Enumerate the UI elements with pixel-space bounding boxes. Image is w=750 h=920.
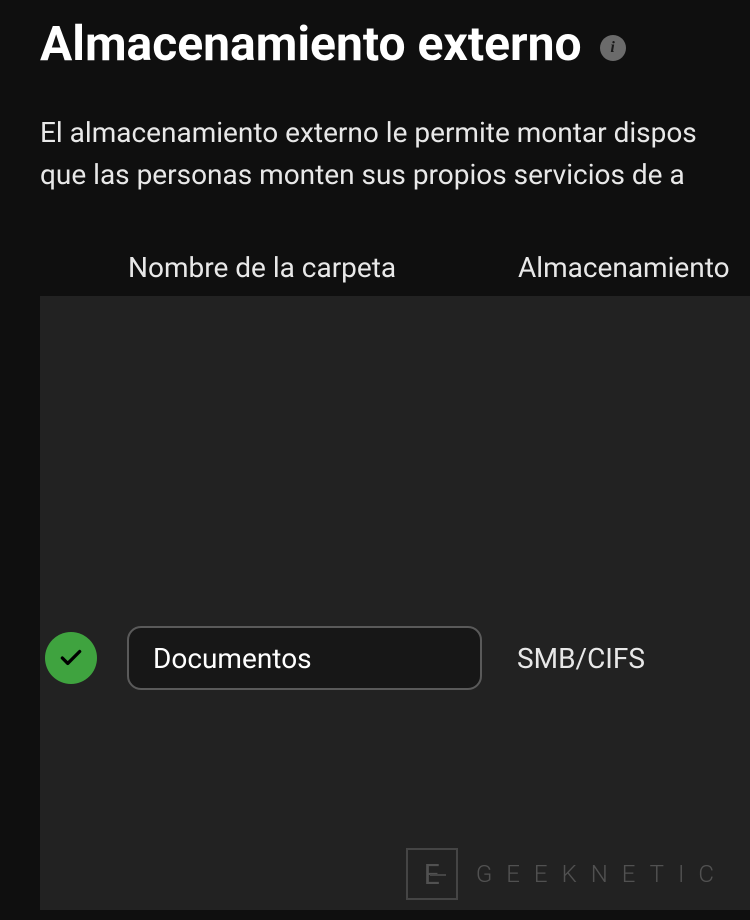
column-storage: Almacenamiento	[518, 251, 730, 284]
table-body: SMB/CIFS	[40, 296, 750, 910]
table-header: Nombre de la carpeta Almacenamiento	[40, 251, 750, 284]
info-icon[interactable]: i	[600, 35, 626, 61]
description-line-2: que las personas monten sus propios serv…	[40, 154, 750, 196]
page-header: Almacenamiento externo i	[40, 15, 750, 72]
storage-type-label: SMB/CIFS	[517, 642, 645, 675]
page-title: Almacenamiento externo	[40, 15, 582, 72]
table-row: SMB/CIFS	[40, 626, 750, 690]
watermark-text: GEEKNETIC	[476, 860, 728, 888]
watermark: E GEEKNETIC	[406, 848, 728, 900]
column-folder-name: Nombre de la carpeta	[128, 251, 518, 284]
watermark-logo: E	[406, 848, 458, 900]
status-badge-success	[45, 632, 97, 684]
folder-name-input[interactable]	[127, 626, 482, 690]
folder-name-input-wrapper	[127, 626, 482, 690]
checkmark-icon	[58, 645, 84, 671]
description-line-1: El almacenamiento externo le permite mon…	[40, 112, 750, 154]
page-description: El almacenamiento externo le permite mon…	[40, 112, 750, 196]
